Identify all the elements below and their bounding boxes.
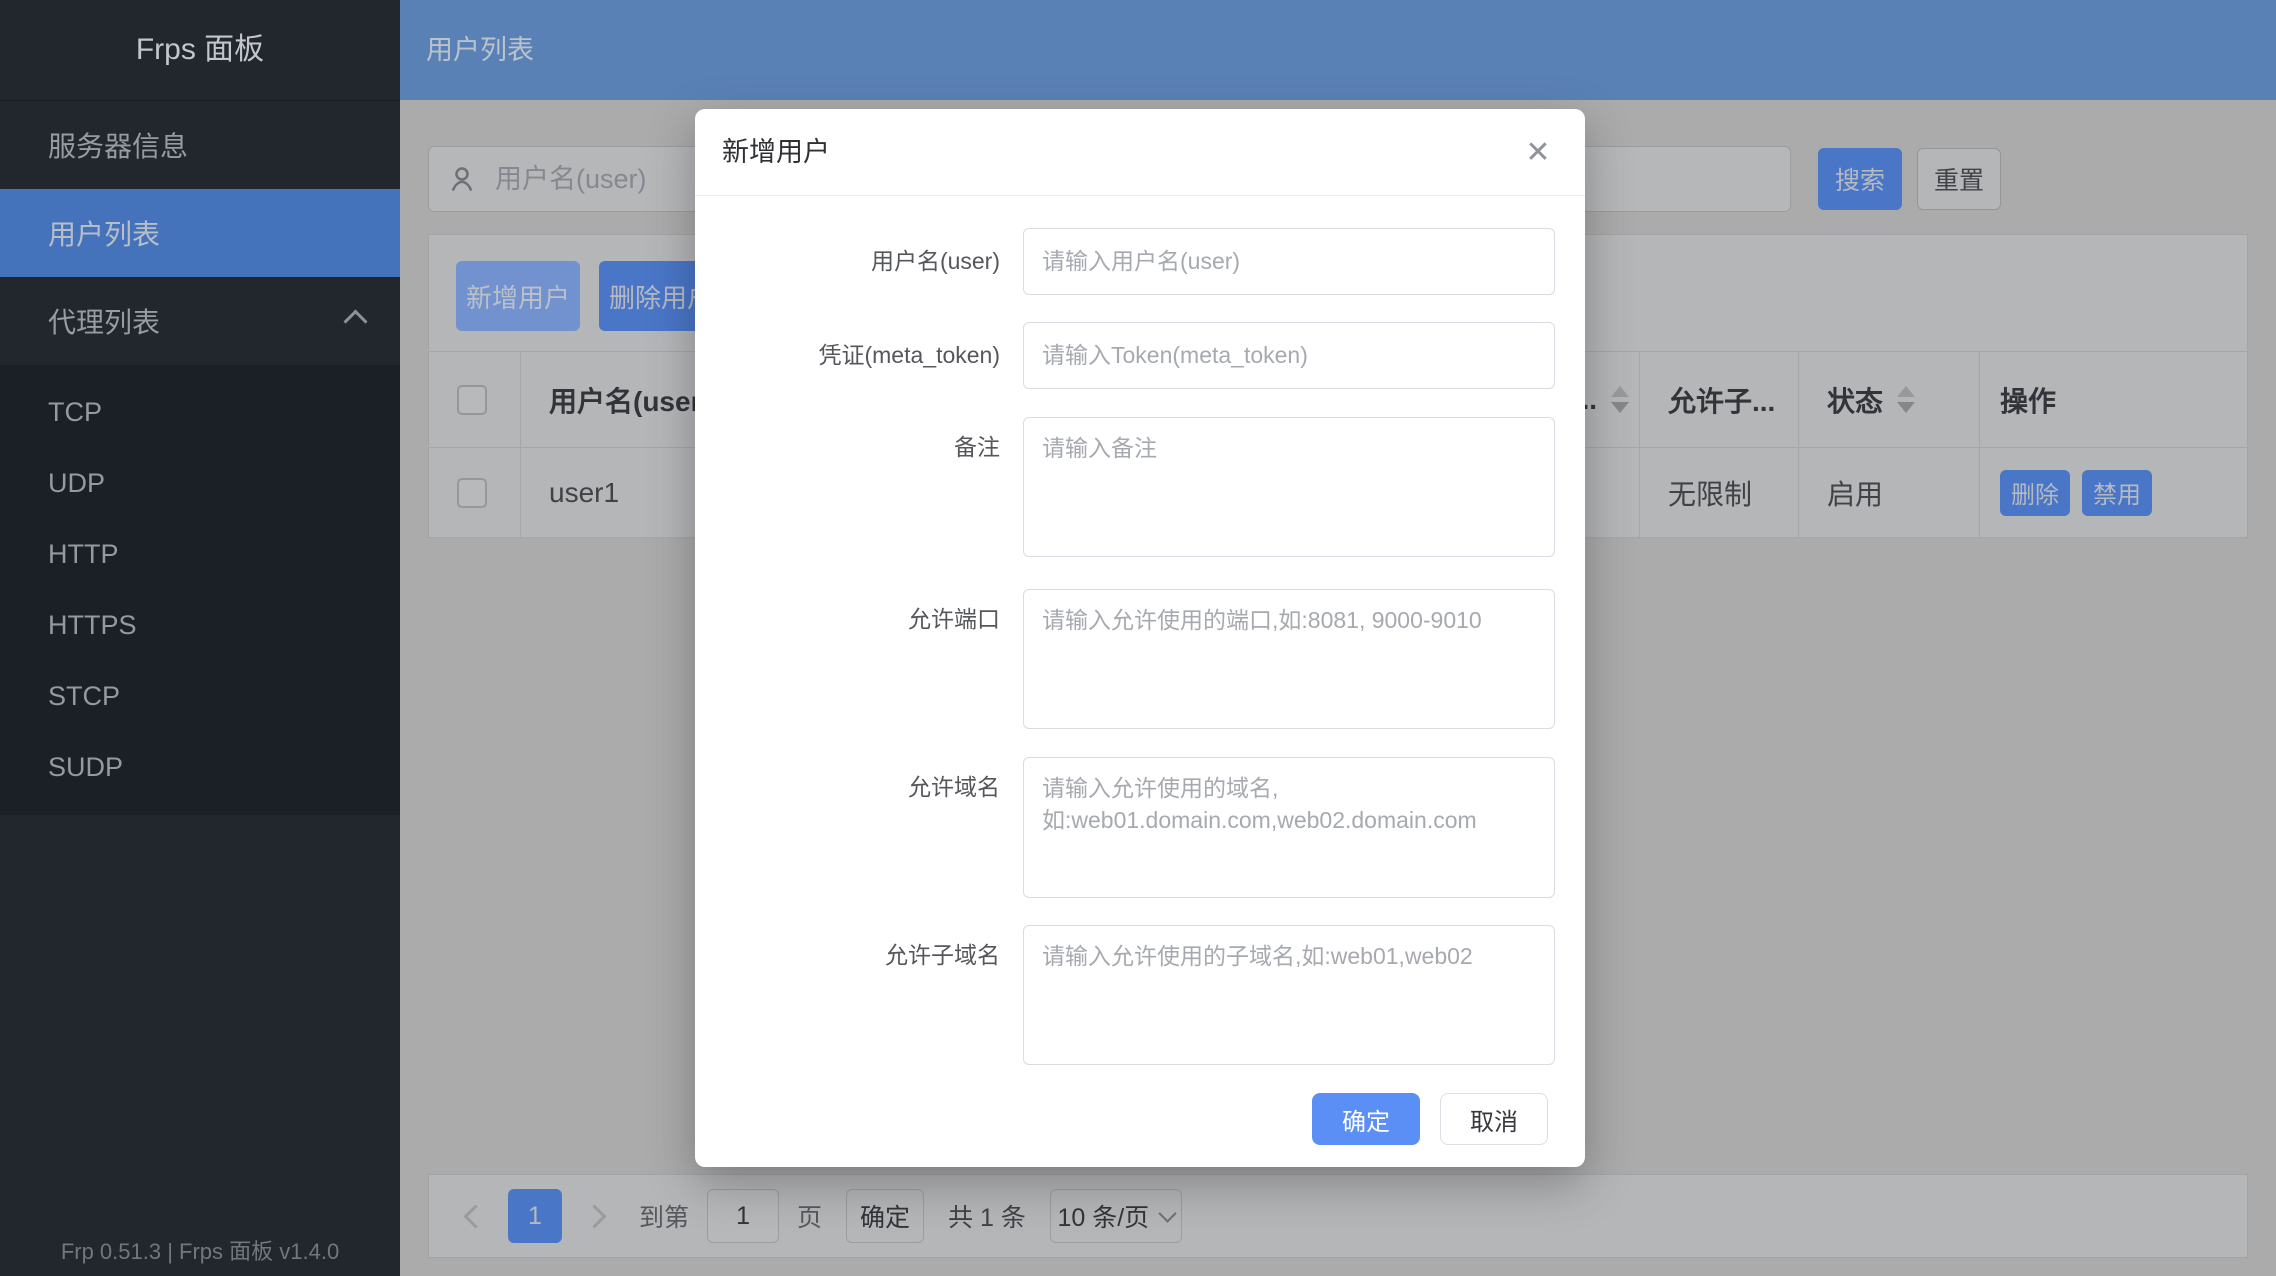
field-label: 备注: [695, 417, 1000, 477]
add-user-modal: 新增用户 ✕ 用户名(user) 凭证(meta_token) 备注 允许端口: [695, 109, 1585, 1167]
field-label: 凭证(meta_token): [695, 322, 1000, 389]
notes-textarea[interactable]: [1024, 418, 1554, 556]
allowed-domains-textarea[interactable]: [1024, 758, 1554, 897]
field-label: 允许端口: [695, 589, 1000, 649]
allowed-ports-textarea[interactable]: [1024, 590, 1554, 728]
modal-title: 新增用户: [722, 109, 830, 195]
screen: Frps 面板 服务器信息 用户列表 代理列表 TCP UDP HTTP HTT…: [0, 0, 2276, 1276]
close-icon[interactable]: ✕: [1515, 129, 1561, 175]
allowed-ports-field[interactable]: [1023, 589, 1555, 729]
field-label: 允许子域名: [695, 925, 1000, 985]
token-field[interactable]: [1023, 322, 1555, 389]
confirm-button[interactable]: 确定: [1312, 1093, 1420, 1145]
form-row-username: 用户名(user): [695, 228, 1585, 295]
allowed-domains-field[interactable]: [1023, 757, 1555, 898]
form-row-allowed-ports: 允许端口: [695, 589, 1585, 729]
modal-header: 新增用户 ✕: [695, 109, 1585, 196]
username-field[interactable]: [1023, 228, 1555, 295]
form-row-allowed-subdomains: 允许子域名: [695, 925, 1585, 1065]
notes-field[interactable]: [1023, 417, 1555, 557]
field-label: 用户名(user): [695, 228, 1000, 295]
cancel-button[interactable]: 取消: [1440, 1093, 1548, 1145]
allowed-subdomains-field[interactable]: [1023, 925, 1555, 1065]
username-input[interactable]: [1024, 229, 1554, 294]
token-input[interactable]: [1024, 323, 1554, 388]
allowed-subdomains-textarea[interactable]: [1024, 926, 1554, 1064]
form-row-token: 凭证(meta_token): [695, 322, 1585, 389]
field-label: 允许域名: [695, 757, 1000, 817]
form-row-notes: 备注: [695, 417, 1585, 557]
form-row-allowed-domains: 允许域名: [695, 757, 1585, 898]
